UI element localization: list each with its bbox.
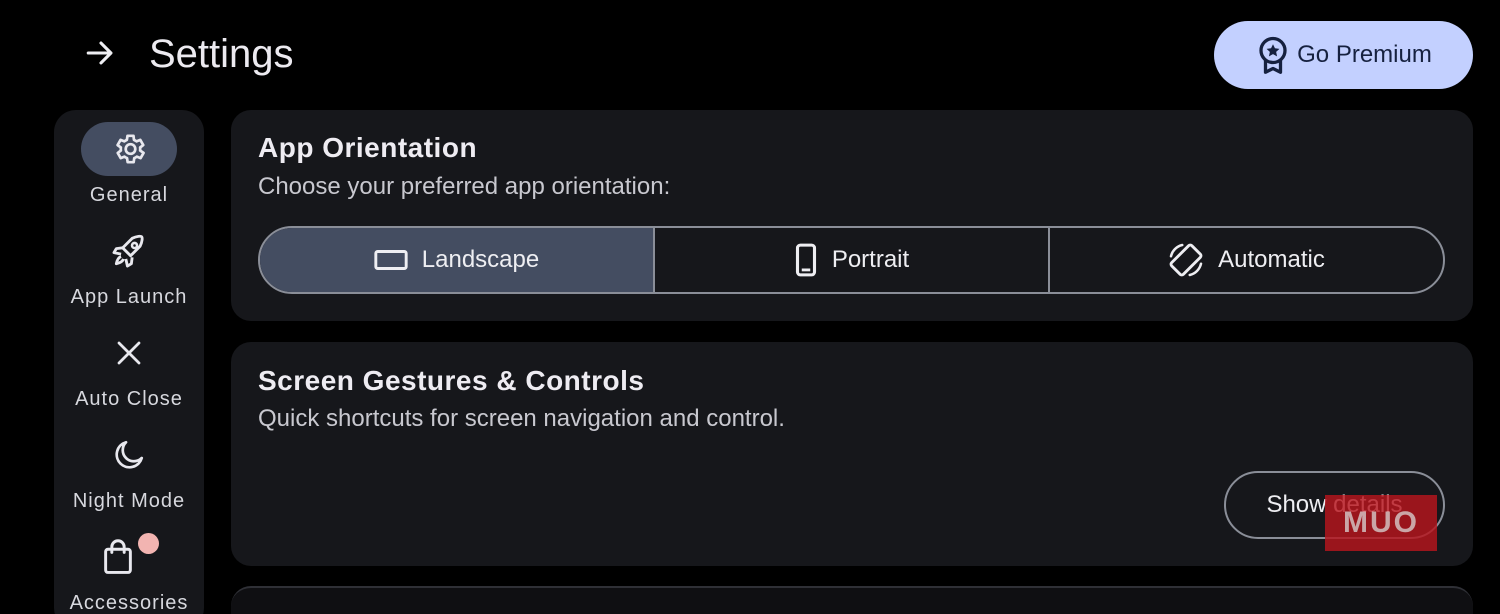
top-bar: Settings Go Premium xyxy=(0,0,1500,108)
orientation-option-automatic[interactable]: Automatic xyxy=(1048,228,1443,292)
orientation-segmented-control: Landscape Portrait Automatic xyxy=(258,226,1445,294)
orientation-option-label: Automatic xyxy=(1218,246,1325,273)
sidebar-item-icon-container xyxy=(81,326,177,380)
next-card-partial xyxy=(231,586,1473,614)
rocket-icon xyxy=(112,234,144,268)
portrait-icon xyxy=(795,243,816,277)
sidebar-item-icon-container xyxy=(94,530,142,584)
sidebar-item-app-launch[interactable]: App Launch xyxy=(54,218,204,318)
watermark-logo: MUO xyxy=(1325,495,1437,551)
sidebar-item-night-mode[interactable]: Night Mode xyxy=(54,422,204,522)
go-premium-label: Go Premium xyxy=(1297,41,1432,68)
sidebar-item-icon-container xyxy=(81,224,177,278)
sidebar: General App Launch Auto Close Night Mode xyxy=(54,110,204,614)
sidebar-item-icon-container xyxy=(81,122,177,176)
sidebar-item-accessories[interactable]: Accessories xyxy=(54,524,204,614)
moon-icon xyxy=(115,440,144,469)
sidebar-item-auto-close[interactable]: Auto Close xyxy=(54,320,204,420)
orientation-option-label: Portrait xyxy=(831,246,910,273)
app-orientation-card: App Orientation Choose your preferred ap… xyxy=(231,110,1473,321)
screen-gestures-card: Screen Gestures & Controls Quick shortcu… xyxy=(231,342,1473,566)
sidebar-item-label: General xyxy=(89,184,169,206)
gear-icon xyxy=(116,134,145,164)
card-title: App Orientation xyxy=(258,132,478,163)
card-subtitle: Choose your preferred app orientation: xyxy=(258,173,671,200)
go-premium-button[interactable]: Go Premium xyxy=(1214,21,1473,89)
card-title: Screen Gestures & Controls xyxy=(258,365,645,396)
notification-badge xyxy=(138,533,159,554)
sidebar-item-label: Auto Close xyxy=(75,388,183,410)
orientation-option-portrait[interactable]: Portrait xyxy=(653,228,1048,292)
back-arrow-button[interactable] xyxy=(78,30,124,76)
card-subtitle: Quick shortcuts for screen navigation an… xyxy=(258,405,785,432)
sidebar-item-label: App Launch xyxy=(70,286,188,308)
arrow-forward-icon xyxy=(86,41,113,65)
page-title: Settings xyxy=(149,32,294,76)
orientation-option-label: Landscape xyxy=(421,246,540,273)
sidebar-item-label: Night Mode xyxy=(72,490,186,512)
orientation-option-landscape[interactable]: Landscape xyxy=(260,228,653,292)
shopping-bag-icon xyxy=(104,539,132,574)
sidebar-item-general[interactable]: General xyxy=(54,116,204,216)
landscape-icon xyxy=(374,250,408,270)
screen-rotation-icon xyxy=(1169,243,1203,277)
award-badge-icon xyxy=(1259,36,1287,74)
sidebar-item-label: Accessories xyxy=(69,592,189,614)
sidebar-item-icon-container xyxy=(81,428,177,482)
close-icon xyxy=(117,341,141,365)
